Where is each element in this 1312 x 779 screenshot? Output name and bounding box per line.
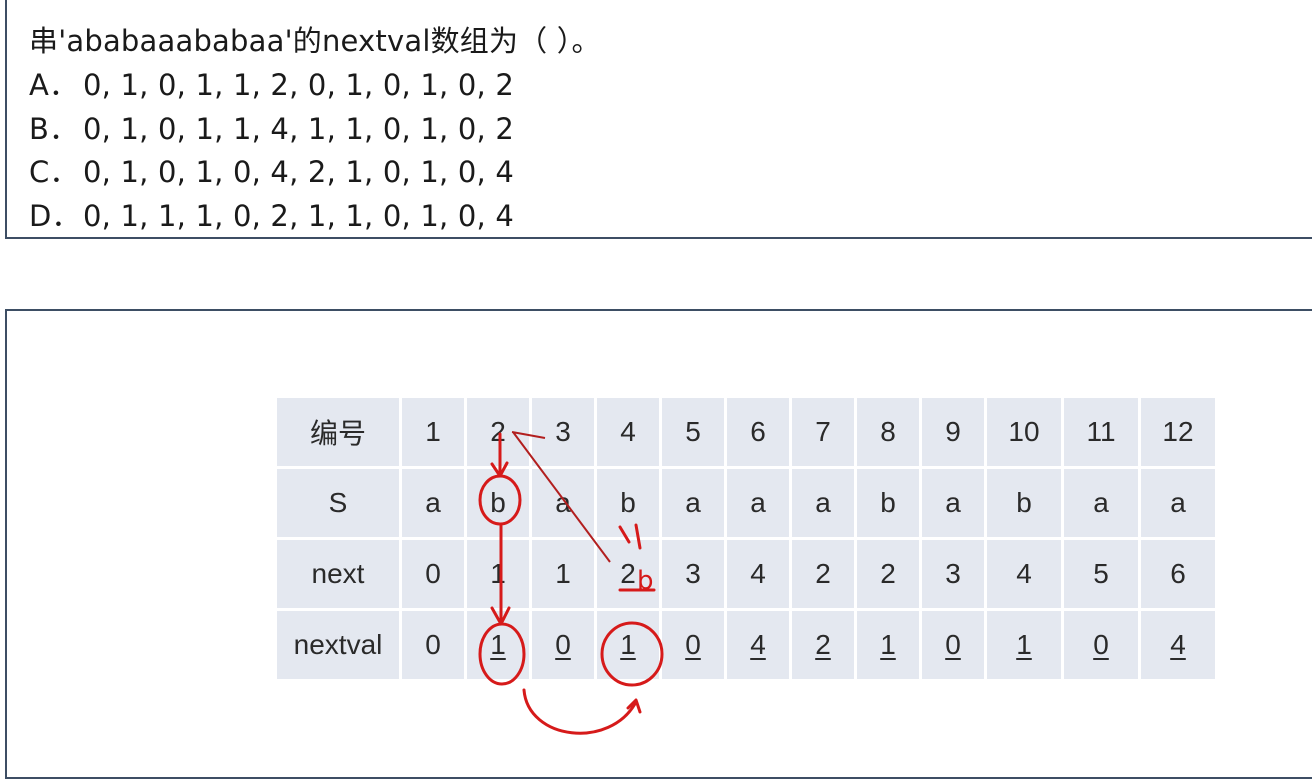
cell-value: 1 xyxy=(620,629,636,660)
cell-value: 4 xyxy=(1170,629,1186,660)
table-cell: a xyxy=(662,469,724,537)
table-cell: 4 xyxy=(727,540,789,608)
option-c[interactable]: C． 0, 1, 0, 1, 0, 4, 2, 1, 0, 1, 0, 4 xyxy=(29,149,514,191)
table-cell: 0 xyxy=(532,611,594,679)
table-cell: 0 xyxy=(662,611,724,679)
question-text: 串'ababaaababaa'的nextval数组为（ ）。 xyxy=(29,24,601,58)
row-nextval: nextval 0 1 0 1 0 4 2 1 0 1 0 4 xyxy=(277,611,1215,679)
table-cell: a xyxy=(1141,469,1215,537)
row-string: Sababaaababaa xyxy=(277,469,1215,537)
row-label: S xyxy=(277,469,399,537)
table-cell: 1 xyxy=(467,611,529,679)
table-cell: 2 xyxy=(792,540,854,608)
row-label: nextval xyxy=(277,611,399,679)
table-cell: 4 xyxy=(987,540,1061,608)
table-cell: 1 xyxy=(987,611,1061,679)
cell-value: 1 xyxy=(880,629,896,660)
option-d[interactable]: D．0, 1, 1, 1, 0, 2, 1, 1, 0, 1, 0, 4 xyxy=(29,193,514,235)
cell-value: 2 xyxy=(815,629,831,660)
table-cell: b xyxy=(467,469,529,537)
cell-value: 1 xyxy=(1016,629,1032,660)
option-values: 0, 1, 0, 1, 0, 4, 2, 1, 0, 1, 0, 4 xyxy=(83,155,515,189)
table-cell: a xyxy=(1064,469,1138,537)
table-cell: 8 xyxy=(857,398,919,466)
option-b[interactable]: B． 0, 1, 0, 1, 1, 4, 1, 1, 0, 1, 0, 2 xyxy=(29,106,514,148)
table-cell: 4 xyxy=(727,611,789,679)
table-cell: 5 xyxy=(662,398,724,466)
table-cell: 1 xyxy=(467,540,529,608)
table-cell: 1 xyxy=(857,611,919,679)
cell-value: 0 xyxy=(685,629,701,660)
table-cell: 0 xyxy=(922,611,984,679)
nextval-table: 编号 1 2 3 4 5 6 7 8 9 10 11 12 Sa b a b a a a b a b a a next 0 1 1 2 3 4… xyxy=(274,395,1218,682)
table-cell: a xyxy=(792,469,854,537)
table-cell: a xyxy=(922,469,984,537)
table-cell: 2 xyxy=(467,398,529,466)
table-cell: 3 xyxy=(922,540,984,608)
cell-value: 0 xyxy=(945,629,961,660)
option-values: 0, 1, 0, 1, 1, 4, 1, 1, 0, 1, 0, 2 xyxy=(83,112,515,146)
table-cell: 1 xyxy=(597,611,659,679)
table-cell: 6 xyxy=(727,398,789,466)
table-cell: a xyxy=(532,469,594,537)
table-cell: 4 xyxy=(1141,611,1215,679)
table-cell: 0 xyxy=(402,540,464,608)
table-cell: 12 xyxy=(1141,398,1215,466)
table-cell: 0 xyxy=(1064,611,1138,679)
table-cell: 11 xyxy=(1064,398,1138,466)
row-label: 编号 xyxy=(277,398,399,466)
option-letter: B． xyxy=(29,112,79,146)
option-letter: A． xyxy=(29,68,79,102)
table-cell: 7 xyxy=(792,398,854,466)
row-label: next xyxy=(277,540,399,608)
cell-value: 1 xyxy=(490,629,506,660)
table-cell: 5 xyxy=(1064,540,1138,608)
table-cell: 10 xyxy=(987,398,1061,466)
table-cell: 1 xyxy=(532,540,594,608)
table-cell: a xyxy=(727,469,789,537)
table-cell: 3 xyxy=(532,398,594,466)
table-cell: 6 xyxy=(1141,540,1215,608)
cell-value: 4 xyxy=(750,629,766,660)
table-cell: 0 xyxy=(402,611,464,679)
table-cell: 9 xyxy=(922,398,984,466)
option-letter: D． xyxy=(29,199,81,233)
table-cell: 3 xyxy=(662,540,724,608)
table-cell: 1 xyxy=(402,398,464,466)
row-index: 编号 1 2 3 4 5 6 7 8 9 10 11 12 xyxy=(277,398,1215,466)
table-cell: 2 xyxy=(792,611,854,679)
cell-value: 0 xyxy=(555,629,571,660)
cell-value: 0 xyxy=(1093,629,1109,660)
row-next: next 0 1 1 2 3 4 2 2 3 4 5 6 xyxy=(277,540,1215,608)
option-values: 0, 1, 1, 1, 0, 2, 1, 1, 0, 1, 0, 4 xyxy=(83,199,515,233)
table-cell: 2 xyxy=(857,540,919,608)
table-cell: b xyxy=(597,469,659,537)
question-panel: 串'ababaaababaa'的nextval数组为（ ）。 A． 0, 1, 0… xyxy=(5,0,1312,239)
table-cell: b xyxy=(857,469,919,537)
option-values: 0, 1, 0, 1, 1, 2, 0, 1, 0, 1, 0, 2 xyxy=(83,68,515,102)
option-a[interactable]: A． 0, 1, 0, 1, 1, 2, 0, 1, 0, 1, 0, 2 xyxy=(29,62,514,104)
option-letter: C． xyxy=(29,155,79,189)
table-cell: 2 xyxy=(597,540,659,608)
table-cell: 4 xyxy=(597,398,659,466)
table-cell: a xyxy=(402,469,464,537)
table-cell: b xyxy=(987,469,1061,537)
